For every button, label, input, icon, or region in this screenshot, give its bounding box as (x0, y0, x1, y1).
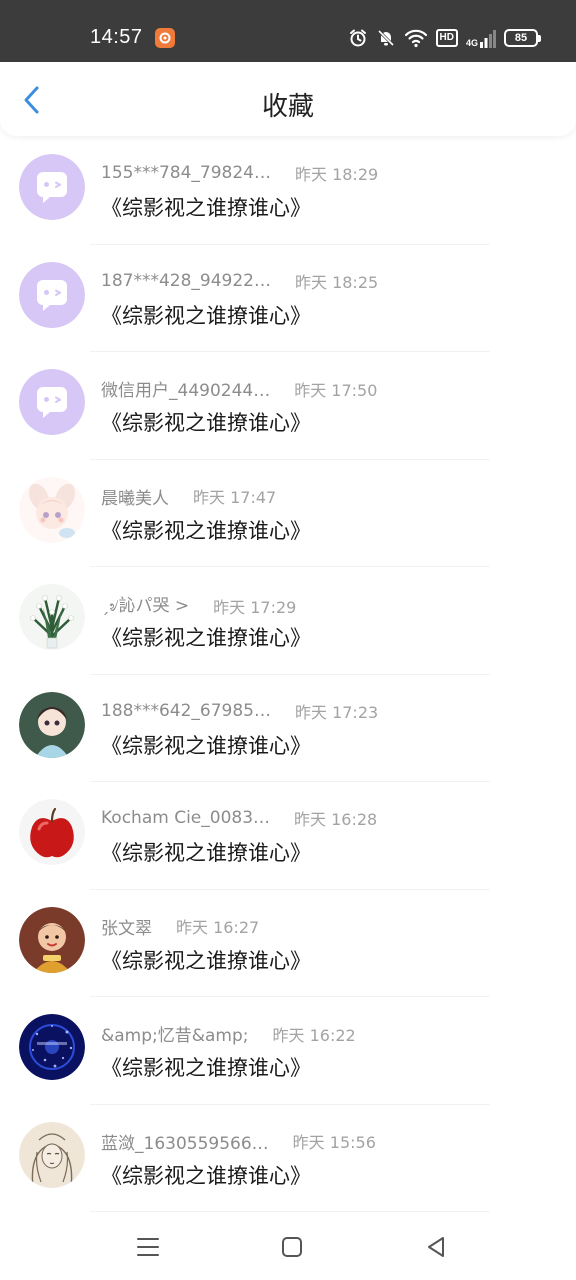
timestamp: 昨天 17:50 (294, 380, 378, 400)
book-title[interactable]: 《综影视之谁撩谁心》 (101, 407, 311, 437)
item-meta: ˏ৶訫パ哭 > 昨天 17:29 (101, 591, 296, 621)
item-meta: 188***642_67985… 昨天 17:23 (101, 699, 378, 723)
user-name[interactable]: ˏ৶訫パ哭 > (101, 591, 189, 621)
back-triangle-icon (428, 1237, 444, 1257)
book-title[interactable]: 《综影视之谁撩谁心》 (101, 192, 311, 222)
list-item[interactable]: &amp;忆昔&amp; 昨天 16:22 《综影视之谁撩谁心》 (0, 997, 576, 1105)
timestamp: 昨天 18:29 (294, 165, 379, 184)
list-item[interactable]: 蓝潋_1630559566… 昨天 15:56 《综影视之谁撩谁心》 (0, 1105, 576, 1212)
divider (90, 1211, 490, 1212)
list-item[interactable]: 晨曦美人 昨天 17:47 《综影视之谁撩谁心》 (0, 460, 576, 567)
avatar[interactable] (19, 906, 85, 973)
item-meta: 187***428_94922… 昨天 18:25 (101, 269, 378, 293)
default-avatar-chat-bubble-icon[interactable] (19, 154, 85, 220)
user-name[interactable]: 155***784_79824… (101, 163, 271, 183)
timestamp: 昨天 16:22 (272, 1025, 356, 1045)
book-title[interactable]: 《综影视之谁撩谁心》 (101, 622, 311, 652)
user-name[interactable]: Kocham Cie_0083… (101, 808, 270, 828)
home-button[interactable] (272, 1231, 312, 1263)
battery-indicator: 85 (504, 29, 541, 47)
item-meta: &amp;忆昔&amp; 昨天 16:22 (101, 1021, 356, 1047)
book-title[interactable]: 《综影视之谁撩谁心》 (101, 837, 311, 867)
timestamp: 昨天 16:27 (176, 918, 260, 937)
avatar[interactable] (19, 691, 85, 758)
page-title: 收藏 (261, 92, 314, 122)
mute-icon (377, 29, 394, 47)
avatar[interactable] (19, 584, 85, 650)
hd-badge: HD (435, 29, 458, 47)
user-name[interactable]: 张文翠 (101, 914, 152, 939)
item-meta: 微信用户_4490244… 昨天 17:50 (101, 376, 378, 402)
list-item[interactable]: 微信用户_4490244… 昨天 17:50 《综影视之谁撩谁心》 (0, 352, 576, 460)
timestamp: 昨天 17:29 (213, 598, 297, 617)
book-title[interactable]: 《综影视之谁撩谁心》 (101, 1052, 311, 1082)
timestamp: 昨天 15:56 (292, 1133, 376, 1152)
list-item[interactable]: Kocham Cie_0083… 昨天 16:28 《综影视之谁撩谁心》 (0, 782, 576, 890)
item-meta: 晨曦美人 昨天 17:47 (101, 484, 276, 509)
list-item[interactable]: 张文翠 昨天 16:27 《综影视之谁撩谁心》 (0, 890, 576, 997)
book-title[interactable]: 《综影视之谁撩谁心》 (101, 300, 311, 330)
avatar[interactable] (19, 799, 85, 865)
status-icons: HD 4G 85 (348, 26, 541, 50)
home-icon (282, 1237, 302, 1257)
cellular-signal-icon: 4G (466, 28, 496, 48)
item-meta: 张文翠 昨天 16:27 (101, 914, 259, 939)
book-title[interactable]: 《综影视之谁撩谁心》 (101, 945, 311, 975)
avatar[interactable] (19, 1121, 85, 1188)
status-time: 14:57 (90, 26, 143, 48)
book-title[interactable]: 《综影视之谁撩谁心》 (101, 1160, 311, 1190)
avatar[interactable] (19, 1014, 85, 1080)
item-meta: 蓝潋_1630559566… 昨天 15:56 (101, 1129, 376, 1154)
avatar[interactable] (19, 476, 85, 543)
timestamp: 昨天 18:25 (294, 272, 379, 292)
list-item[interactable]: ˏ৶訫パ哭 > 昨天 17:29 《综影视之谁撩谁心》 (0, 567, 576, 675)
back-nav-button[interactable] (416, 1231, 456, 1263)
user-name[interactable]: 蓝潋_1630559566… (101, 1129, 269, 1154)
user-name[interactable]: 微信用户_4490244… (101, 376, 270, 401)
default-avatar-chat-bubble-icon[interactable] (19, 369, 85, 435)
timestamp: 昨天 17:23 (294, 702, 379, 722)
wifi-icon (404, 29, 427, 48)
menu-icon (137, 1238, 159, 1256)
header-bar: 收藏 (0, 62, 576, 136)
user-name[interactable]: 188***642_67985… (101, 701, 271, 721)
status-bar: 14:57 HD 4G 85 (0, 0, 576, 62)
timestamp: 昨天 17:47 (193, 488, 277, 507)
network-type: 4G (465, 38, 478, 48)
favorites-list: 155***784_79824… 昨天 18:29 《综影视之谁撩谁心》 187… (0, 137, 576, 1212)
list-item[interactable]: 188***642_67985… 昨天 17:23 《综影视之谁撩谁心》 (0, 675, 576, 782)
user-name[interactable]: 187***428_94922… (101, 271, 271, 291)
list-item[interactable]: 155***784_79824… 昨天 18:29 《综影视之谁撩谁心》 (0, 137, 576, 245)
book-title[interactable]: 《综影视之谁撩谁心》 (101, 730, 311, 760)
item-meta: 155***784_79824… 昨天 18:29 (101, 161, 378, 185)
timestamp: 昨天 16:28 (294, 810, 378, 829)
book-title[interactable]: 《综影视之谁撩谁心》 (101, 515, 311, 545)
user-name[interactable]: &amp;忆昔&amp; (101, 1021, 249, 1046)
menu-button[interactable] (128, 1231, 168, 1263)
item-meta: Kocham Cie_0083… 昨天 16:28 (101, 806, 377, 830)
app-notification-icon (155, 28, 175, 48)
alarm-icon (349, 29, 366, 47)
system-navigation-bar (0, 1215, 576, 1280)
user-name[interactable]: 晨曦美人 (101, 484, 169, 509)
list-item[interactable]: 187***428_94922… 昨天 18:25 《综影视之谁撩谁心》 (0, 245, 576, 352)
default-avatar-chat-bubble-icon[interactable] (19, 261, 85, 328)
